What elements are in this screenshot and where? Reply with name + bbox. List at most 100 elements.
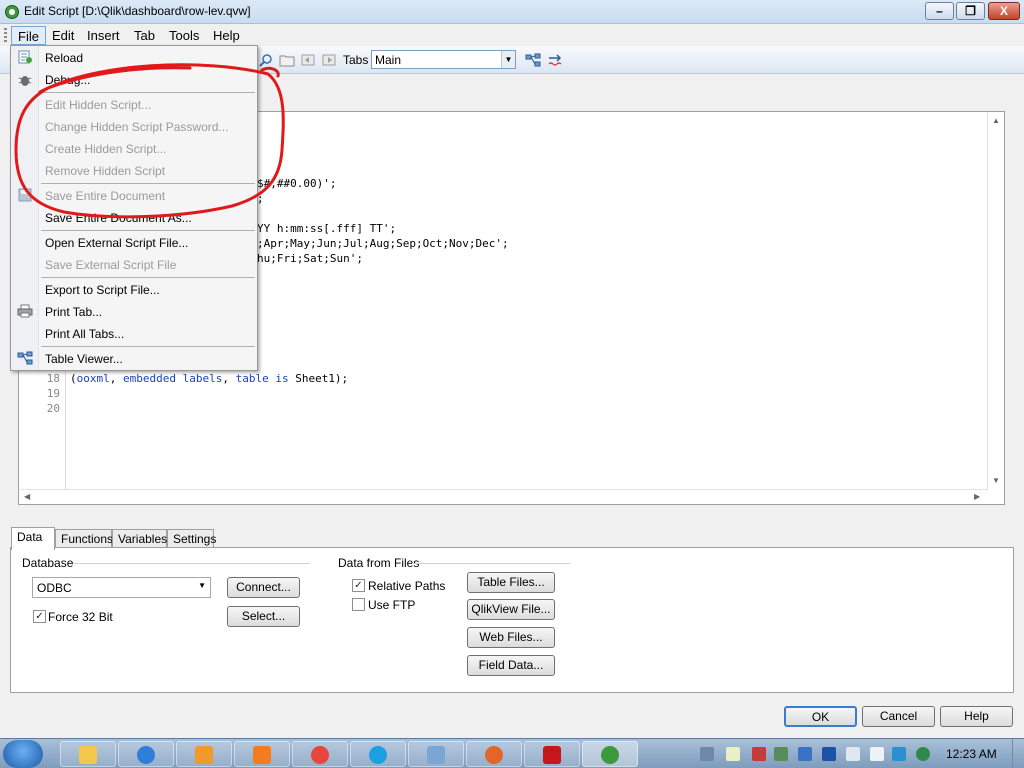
taskbar-chrome[interactable]: [292, 741, 348, 767]
show-desktop-button[interactable]: [1012, 739, 1024, 768]
scroll-down-icon[interactable]: ▼: [992, 476, 1000, 485]
scroll-left-icon[interactable]: ◀: [24, 492, 30, 501]
folder-icon[interactable]: [279, 53, 295, 67]
taskbar: 12:23 AM: [0, 738, 1024, 768]
menu-item-open-external-script-file[interactable]: Open External Script File...: [45, 236, 188, 250]
display-tray-icon[interactable]: [870, 747, 884, 761]
tabs-select-value: Main: [375, 53, 402, 67]
menu-separator: [41, 230, 255, 231]
close-icon: X: [999, 4, 1008, 18]
scroll-up-icon[interactable]: ▲: [992, 116, 1000, 125]
help-button[interactable]: Help: [940, 706, 1013, 727]
network-tray-icon[interactable]: [700, 747, 714, 761]
taskbar-skype[interactable]: [350, 741, 406, 767]
menu-item-table-viewer[interactable]: Table Viewer...: [45, 352, 123, 366]
code-token: Sheet1);: [288, 372, 349, 385]
use-ftp-checkbox[interactable]: [352, 598, 365, 611]
force-32-bit-label: Force 32 Bit: [48, 610, 113, 624]
firefox-icon: [485, 746, 503, 764]
start-button[interactable]: [3, 740, 43, 768]
acrobat-icon: [543, 746, 561, 764]
close-button[interactable]: X: [988, 2, 1020, 20]
code-keyword: embedded labels: [123, 372, 223, 385]
cancel-button[interactable]: Cancel: [862, 706, 935, 727]
tab-left-icon[interactable]: [300, 53, 316, 67]
window-title: Edit Script [D:\Qlik\dashboard\row-lev.q…: [24, 4, 251, 18]
search-icon[interactable]: [258, 53, 274, 67]
menu-item-print-tab[interactable]: Print Tab...: [45, 305, 102, 319]
menu-file[interactable]: File: [11, 26, 46, 45]
line-number: 19: [46, 387, 60, 400]
qlikview-icon: [601, 746, 619, 764]
menu-item-print-all-tabs[interactable]: Print All Tabs...: [45, 327, 124, 341]
taskbar-firefox[interactable]: [466, 741, 522, 767]
menu-item-debug[interactable]: Debug...: [45, 73, 90, 87]
tab-data[interactable]: Data: [11, 527, 55, 550]
syntax-check-icon[interactable]: [548, 53, 564, 67]
vertical-scrollbar[interactable]: ▲ ▼: [987, 112, 1004, 490]
media-player-icon: [195, 746, 213, 764]
menu-item-reload[interactable]: Reload: [45, 51, 83, 65]
printer-icon: [17, 304, 33, 318]
menu-tools[interactable]: Tools: [163, 26, 205, 45]
menu-item-change-hidden-script-password: Change Hidden Script Password...: [45, 120, 229, 134]
code-token: ,: [222, 372, 236, 385]
connect-button[interactable]: Connect...: [227, 577, 300, 598]
scroll-right-icon[interactable]: ▶: [974, 492, 980, 501]
horizontal-scrollbar[interactable]: ◀ ▶: [19, 489, 988, 504]
tab-functions[interactable]: Functions: [55, 529, 113, 548]
menu-item-edit-hidden-script: Edit Hidden Script...: [45, 98, 152, 112]
minimize-button[interactable]: –: [925, 2, 954, 20]
menu-grip: [4, 28, 7, 42]
table-files-button[interactable]: Table Files...: [467, 572, 555, 593]
tab-settings[interactable]: Settings: [167, 529, 216, 548]
menu-item-create-hidden-script: Create Hidden Script...: [45, 142, 167, 156]
menu-insert[interactable]: Insert: [81, 26, 126, 45]
antivirus-tray-icon[interactable]: [916, 747, 930, 761]
app-tray-icon[interactable]: [774, 747, 788, 761]
volume-tray-icon[interactable]: [846, 747, 860, 761]
menu-item-save-entire-document-as[interactable]: Save Entire Document As...: [45, 211, 192, 225]
maximize-button[interactable]: ❐: [956, 2, 985, 20]
tabs-select[interactable]: Main ▼: [371, 50, 516, 69]
menu-help[interactable]: Help: [207, 26, 246, 45]
group-divider: [412, 563, 570, 564]
bluetooth-tray-icon[interactable]: [822, 747, 836, 761]
select-button[interactable]: Select...: [227, 606, 300, 627]
line-number: 20: [46, 402, 60, 415]
taskbar-vlc[interactable]: [234, 741, 290, 767]
menu-item-save-entire-document: Save Entire Document: [45, 189, 166, 203]
qlikview-file-button[interactable]: QlikView File...: [467, 599, 555, 620]
menu-item-remove-hidden-script: Remove Hidden Script: [45, 164, 166, 178]
force-32-bit-checkbox[interactable]: ✓: [33, 610, 46, 623]
flag-tray-icon[interactable]: [752, 747, 766, 761]
menu-item-export-to-script-file[interactable]: Export to Script File...: [45, 283, 160, 297]
relative-paths-checkbox[interactable]: ✓: [352, 579, 365, 592]
web-files-button[interactable]: Web Files...: [467, 627, 555, 648]
database-select[interactable]: ODBC ▼: [32, 577, 211, 598]
table-viewer-icon[interactable]: [525, 53, 541, 67]
tab-variables[interactable]: Variables: [112, 529, 167, 548]
field-data-button[interactable]: Field Data...: [467, 655, 555, 676]
skype-icon: [369, 746, 387, 764]
taskbar-acrobat[interactable]: [524, 741, 580, 767]
notes-tray-icon[interactable]: [726, 747, 740, 761]
chevron-down-icon: ▼: [198, 581, 206, 590]
skype-tray-icon[interactable]: [798, 747, 812, 761]
database-select-value: ODBC: [37, 581, 72, 595]
taskbar-media-player[interactable]: [176, 741, 232, 767]
menu-tab[interactable]: Tab: [128, 26, 161, 45]
ok-button[interactable]: OK: [784, 706, 857, 727]
tab-right-icon[interactable]: [321, 53, 337, 67]
menu-item-save-external-script-file: Save External Script File: [45, 258, 177, 272]
update-tray-icon[interactable]: [892, 747, 906, 761]
taskbar-explorer[interactable]: [60, 741, 116, 767]
menu-edit[interactable]: Edit: [46, 26, 80, 45]
menu-separator: [41, 277, 255, 278]
taskbar-remote-desktop[interactable]: [408, 741, 464, 767]
tabs-label: Tabs: [343, 53, 369, 67]
taskbar-qlikview[interactable]: [582, 741, 638, 767]
title-bar: Edit Script [D:\Qlik\dashboard\row-lev.q…: [0, 0, 1024, 24]
taskbar-internet-explorer[interactable]: [118, 741, 174, 767]
taskbar-clock[interactable]: 12:23 AM: [946, 747, 997, 761]
